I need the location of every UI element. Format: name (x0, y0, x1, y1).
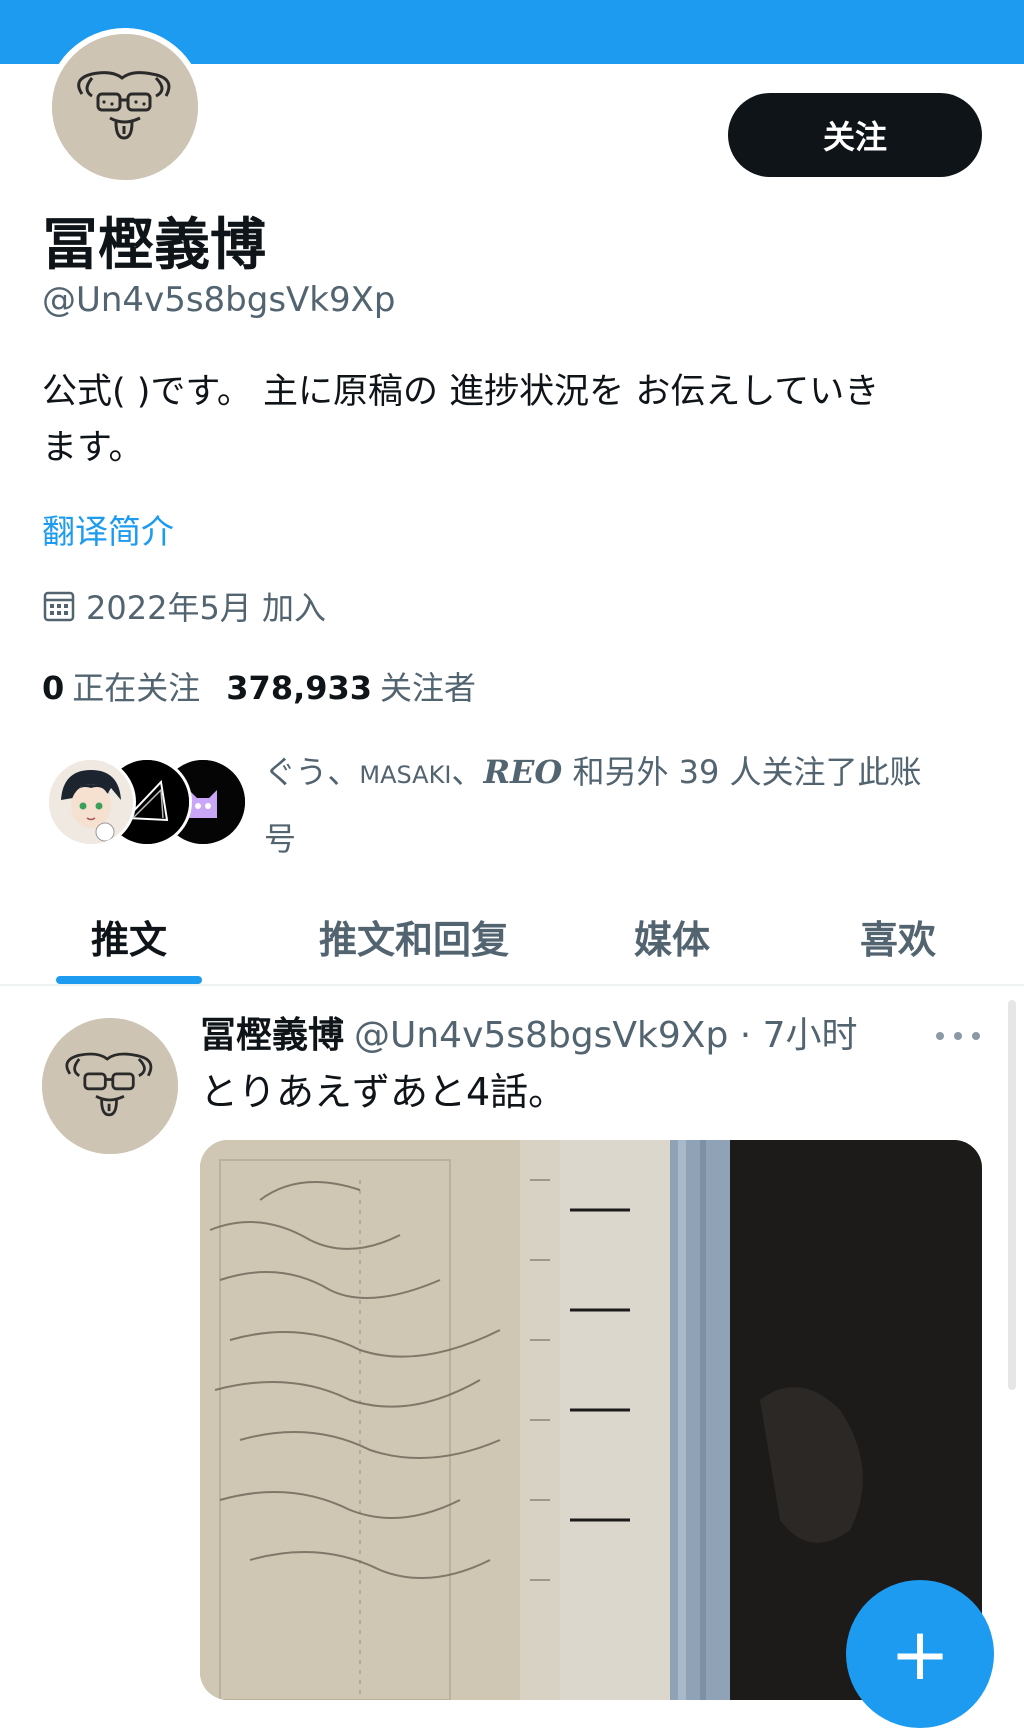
compose-plus-icon[interactable]: + (846, 1580, 994, 1728)
tweet-header: 冨樫義博 @Un4v5s8bgsVk9Xp · 7小时 (200, 1008, 858, 1064)
tab-tweets[interactable]: 推文 (56, 888, 202, 984)
followed-by-text[interactable]: ぐう、MASAKI、REO 和另外 39 人关注了此账号 (264, 740, 984, 871)
tweet-author-avatar[interactable] (42, 1018, 178, 1154)
following-stat[interactable]: 0 正在关注 (42, 663, 200, 709)
profile-handle: @Un4v5s8bgsVk9Xp (42, 280, 396, 320)
followed-by-name-1: ぐう、 (264, 753, 360, 791)
profile-avatar[interactable] (46, 28, 204, 186)
followed-by-name-3: REO (483, 753, 563, 791)
scrollbar[interactable] (1008, 1000, 1016, 1390)
dog-doodle-avatar-image (52, 34, 198, 180)
profile-tabs: 推文 推文和回复 媒体 喜欢 (0, 888, 1024, 986)
followers-stat[interactable]: 378,933 关注者 (226, 663, 476, 709)
tab-media[interactable]: 媒体 (610, 888, 734, 984)
profile-bio: 公式( )です。 主に原稿の 進捗状況を お伝えしていき ます。 (42, 364, 982, 476)
follower-avatar-1 (46, 757, 136, 847)
tab-likes[interactable]: 喜欢 (836, 888, 960, 984)
followed-by-avatars[interactable] (46, 757, 248, 847)
joined-label: 2022年5月 加入 (86, 589, 326, 627)
followed-by-separator: 、 (451, 753, 484, 791)
calendar-icon (43, 591, 75, 622)
bio-line-2: ます。 (42, 428, 144, 468)
more-icon[interactable] (936, 1016, 980, 1056)
bio-line-1: 公式( )です。 主に原稿の 進捗状況を お伝えしていき (42, 372, 880, 412)
tweet-text: とりあえずあと4話。 (200, 1070, 567, 1114)
tweet-author-name[interactable]: 冨樫義博 (200, 1015, 344, 1056)
translate-bio-link[interactable]: 翻译简介 (42, 505, 174, 553)
tab-tweets-and-replies[interactable]: 推文和回复 (300, 888, 528, 984)
profile-display-name: 冨樫義博 (42, 213, 266, 278)
followed-by-suffix-2: 号 (264, 820, 297, 858)
followers-label: 关注者 (380, 669, 477, 707)
followed-by-suffix: 和另外 39 人关注了此账 (562, 753, 922, 791)
follow-stats: 0 正在关注 378,933 关注者 (42, 663, 502, 709)
follow-button[interactable]: 关注 (728, 93, 982, 177)
following-count: 0 (42, 669, 65, 707)
anime-boy-avatar-image (49, 760, 133, 844)
tweet-meta[interactable]: @Un4v5s8bgsVk9Xp · 7小时 (354, 1015, 858, 1056)
joined-date: 2022年5月 加入 (42, 583, 326, 629)
dog-doodle-avatar-image (42, 1018, 178, 1154)
following-label: 正在关注 (72, 669, 201, 707)
active-tab-indicator (56, 976, 202, 984)
followed-by-name-2: MASAKI (359, 761, 452, 789)
followers-count: 378,933 (226, 669, 373, 707)
